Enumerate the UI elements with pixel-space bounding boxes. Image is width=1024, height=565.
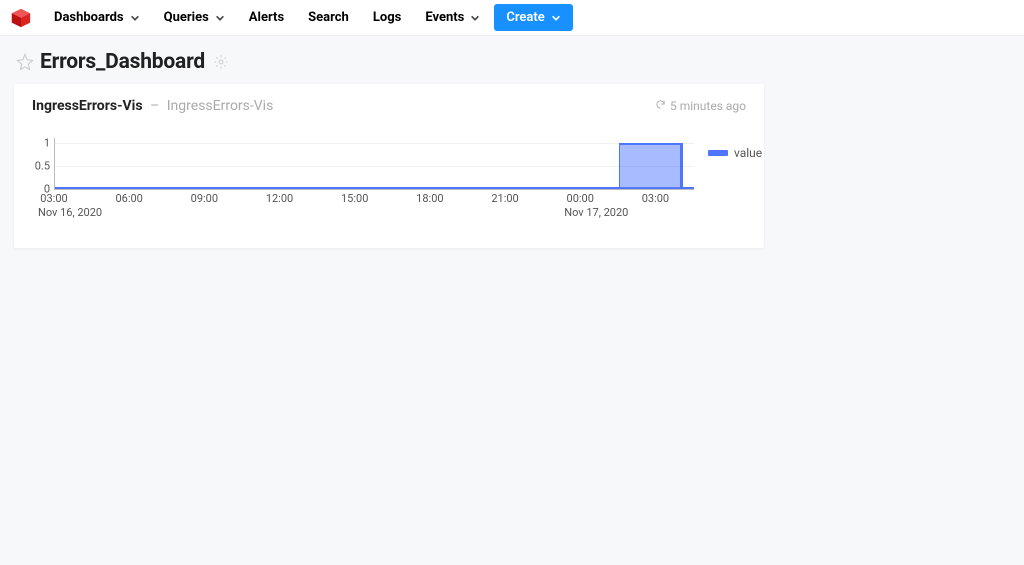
y-tick: 1 [44,136,50,149]
card-separator: – [150,98,163,114]
x-tick: 12:00 [266,192,293,205]
refresh-icon[interactable] [655,99,666,113]
chart-baseline [55,187,694,189]
x-tick: 03:00 [40,192,67,205]
dashboard-header: Errors_Dashboard [16,50,1010,74]
gridline [55,166,694,167]
x-tick: 21:00 [491,192,518,205]
card-meta: 5 minutes ago [655,99,746,113]
nav-dashboards[interactable]: Dashboards [44,4,150,31]
chart-area-fill [681,143,683,189]
gridline [55,143,694,144]
card-title: IngressErrors-Vis [32,98,143,114]
app-logo [10,7,32,29]
nav-logs[interactable]: Logs [363,4,411,31]
x-axis: 03:00 06:00 09:00 12:00 15:00 18:00 21:00 00:00… [54,190,694,224]
y-axis: 00.51 [32,138,52,190]
x-tick: 09:00 [191,192,218,205]
nav-label: Queries [164,10,209,25]
chart-legend: value [708,146,762,160]
chart-plot[interactable] [54,138,694,190]
x-tick: 15:00 [341,192,368,205]
chart-area: 00.51 03:0006:0009:0012:0015:0018:0021:0… [54,138,694,224]
card-header: IngressErrors-Vis – IngressErrors-Vis 5 … [32,98,746,114]
dashboard-title: Errors_Dashboard [40,50,205,74]
chevron-down-icon [130,13,140,23]
nav-alerts[interactable]: Alerts [239,4,294,31]
x-date-label: Nov 16, 2020 [38,206,102,219]
x-tick: 00:00 [567,192,594,205]
nav-label: Search [308,10,349,25]
x-tick: 03:00 [642,192,669,205]
create-button[interactable]: Create [494,4,572,31]
card-updated: 5 minutes ago [670,99,746,113]
x-tick: 06:00 [115,192,142,205]
nav-events[interactable]: Events [415,4,490,31]
top-nav: Dashboards Queries Alerts Search Logs Ev… [0,0,1024,36]
chevron-down-icon [215,13,225,23]
x-date-label: Nov 17, 2020 [564,206,628,219]
gear-icon[interactable] [213,54,229,70]
chart-area-fill [619,143,682,189]
y-tick: 0.5 [35,159,50,172]
create-label: Create [506,10,544,25]
nav-label: Logs [373,10,401,25]
chevron-down-icon [470,13,480,23]
nav-queries[interactable]: Queries [154,4,235,31]
card-title-wrap: IngressErrors-Vis – IngressErrors-Vis [32,98,273,114]
star-icon[interactable] [16,53,34,71]
nav-label: Alerts [249,10,284,25]
card-subtitle: IngressErrors-Vis [167,98,274,114]
legend-label: value [734,146,762,160]
chevron-down-icon [551,13,561,23]
page-body: Errors_Dashboard IngressErrors-Vis – Ing… [0,36,1024,248]
visualization-card: IngressErrors-Vis – IngressErrors-Vis 5 … [14,84,764,248]
nav-label: Dashboards [54,10,124,25]
chart-container: 00.51 03:00 06:00 09:00 12:00 15:00 18:00 21:0… [32,138,746,224]
nav-search[interactable]: Search [298,4,359,31]
x-tick: 18:00 [416,192,443,205]
legend-swatch [708,150,728,156]
nav-label: Events [425,10,464,25]
